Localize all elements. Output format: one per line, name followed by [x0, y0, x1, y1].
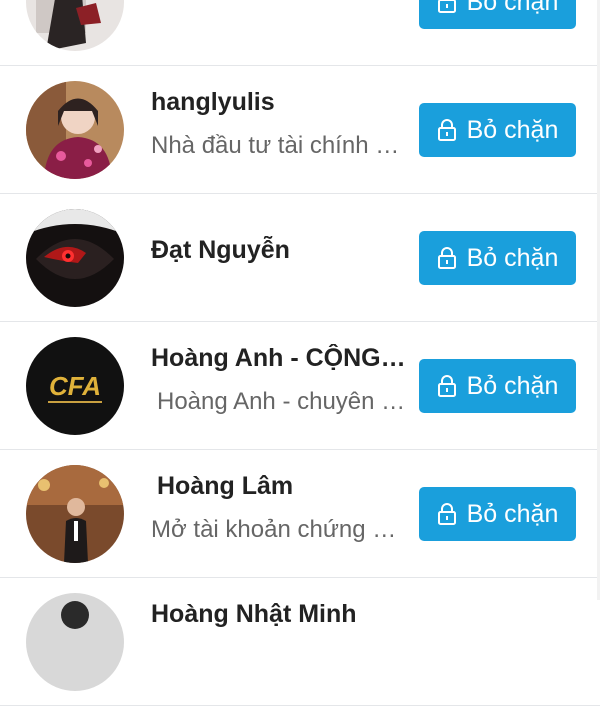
user-name: Hoàng Lâm: [157, 472, 294, 500]
list-item: CFA Hoàng Anh - CỘNG ĐỒNG CFA Hoàng Anh …: [0, 322, 600, 450]
user-name: hanglyulis: [151, 88, 275, 116]
avatar[interactable]: [26, 465, 124, 563]
list-item: Hoàng Nhật Minh: [0, 578, 600, 706]
cfa-logo-text: CFA: [49, 371, 101, 401]
unblock-button[interactable]: Bỏ chặn: [419, 0, 576, 29]
avatar[interactable]: [26, 81, 124, 179]
list-item: Đạt Nguyễn Bỏ chặn: [0, 194, 600, 322]
list-item: Bỏ chặn: [0, 0, 600, 66]
unblock-label: Bỏ chặn: [466, 243, 559, 272]
list-item: Hoàng Lâm Mở tài khoản chứng khoán Bỏ ch…: [0, 450, 600, 578]
lock-icon: [437, 0, 457, 14]
user-description: Nhà đầu tư tài chính chuyên nghiệp: [151, 132, 401, 159]
unblock-label: Bỏ chặn: [466, 371, 559, 400]
unblock-button[interactable]: Bỏ chặn: [419, 231, 576, 285]
lock-icon: [437, 502, 457, 526]
avatar[interactable]: CFA: [26, 337, 124, 435]
unblock-button[interactable]: Bỏ chặn: [419, 359, 576, 413]
avatar[interactable]: [26, 593, 124, 691]
unblock-label: Bỏ chặn: [466, 499, 559, 528]
lock-icon: [437, 246, 457, 270]
user-name: Đạt Nguyễn: [151, 236, 290, 264]
lock-icon: [437, 374, 457, 398]
unblock-label: Bỏ chặn: [466, 115, 559, 144]
list-item: hanglyulis Nhà đầu tư tài chính chuyên n…: [0, 66, 600, 194]
avatar[interactable]: [26, 0, 124, 51]
user-name: Hoàng Anh - CỘNG ĐỒNG CFA: [151, 344, 406, 372]
lock-icon: [437, 118, 457, 142]
unblock-button[interactable]: Bỏ chặn: [419, 487, 576, 541]
user-description: Mở tài khoản chứng khoán: [151, 516, 401, 543]
user-name: Hoàng Nhật Minh: [151, 600, 357, 628]
user-description: Hoàng Anh - chuyên gia tài chính: [157, 388, 407, 415]
unblock-button[interactable]: Bỏ chặn: [419, 103, 576, 157]
avatar[interactable]: [26, 209, 124, 307]
blocked-users-list: Bỏ chặn hanglyulis Nhà đầu tư tài chính …: [0, 0, 600, 706]
unblock-label: Bỏ chặn: [466, 0, 559, 16]
